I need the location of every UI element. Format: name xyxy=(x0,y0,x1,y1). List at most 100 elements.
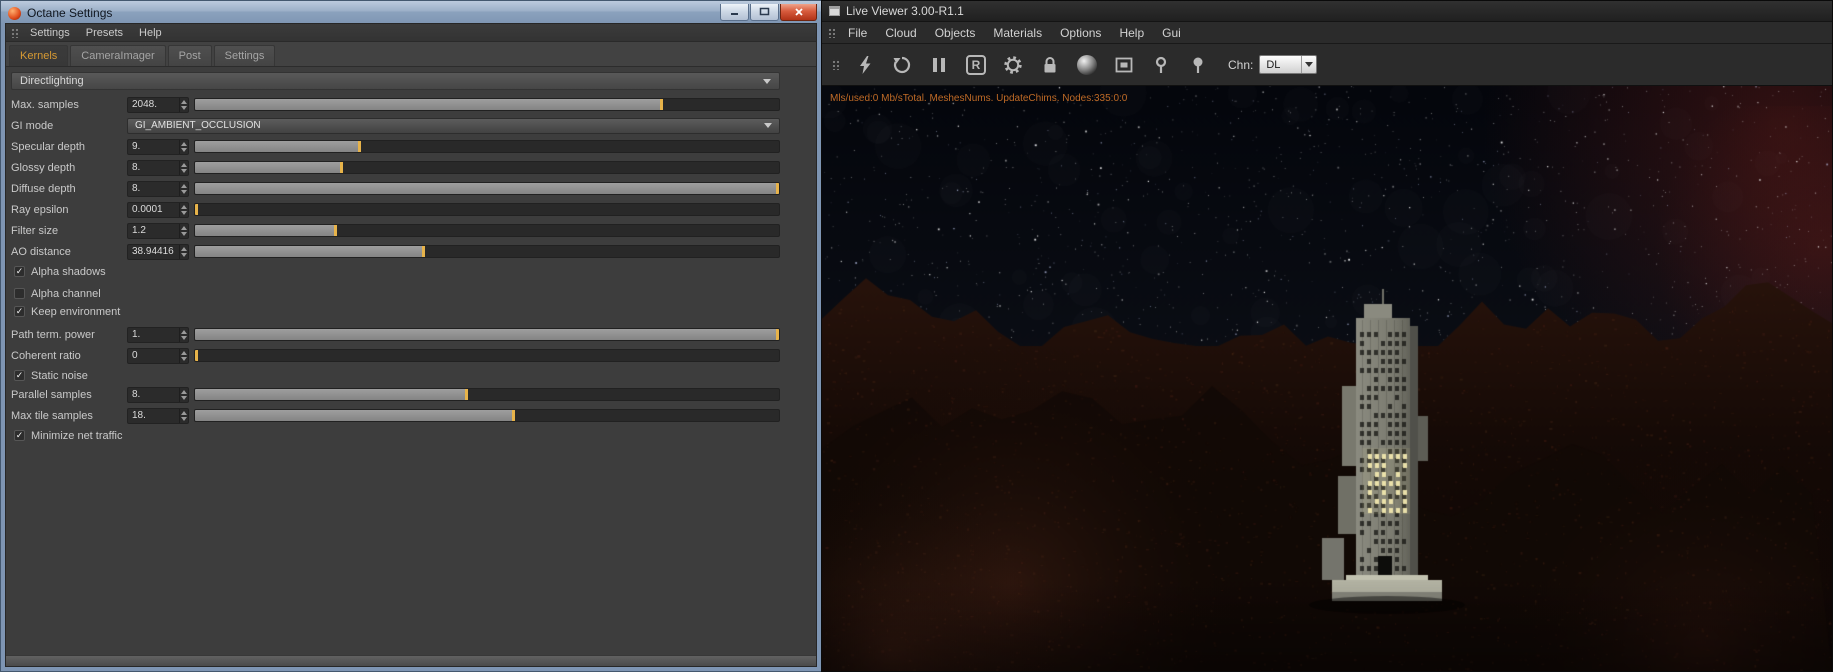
tab-kernels[interactable]: Kernels xyxy=(9,45,69,66)
live-viewer-window: Live Viewer 3.00-R1.1 File Cloud Objects… xyxy=(821,0,1833,672)
spinner-arrows-icon[interactable] xyxy=(179,181,188,196)
checkbox-row-keep-environment[interactable]: ✓ Keep environment xyxy=(14,304,780,319)
parallel-samples-slider[interactable] xyxy=(194,388,780,401)
material-picker-icon[interactable] xyxy=(1146,50,1176,80)
region-icon[interactable] xyxy=(1109,50,1139,80)
glossy-depth-slider[interactable] xyxy=(194,161,780,174)
checkbox-row-alpha-shadows[interactable]: ✓ Alpha shadows xyxy=(14,264,780,279)
param-row-ray-epsilon: Ray epsilon 0.0001 xyxy=(11,201,780,218)
render-canvas[interactable] xyxy=(822,86,1832,671)
spinner-arrows-icon[interactable] xyxy=(179,387,188,402)
menu-presets[interactable]: Presets xyxy=(78,25,131,41)
spinner-arrows-icon[interactable] xyxy=(179,348,188,363)
spinner-arrows-icon[interactable] xyxy=(179,97,188,112)
ray-epsilon-slider[interactable] xyxy=(194,203,780,216)
viewer-titlebar[interactable]: Live Viewer 3.00-R1.1 xyxy=(822,1,1832,22)
menu-settings[interactable]: Settings xyxy=(22,25,78,41)
reset-icon[interactable]: R xyxy=(961,50,991,80)
tab-cameraimager[interactable]: CameraImager xyxy=(70,45,166,66)
directlighting-section-header[interactable]: Directlighting xyxy=(11,72,780,90)
octane-titlebar[interactable]: Octane Settings xyxy=(1,1,821,23)
checkbox-label: Alpha channel xyxy=(31,287,101,300)
spinner-value: 2048. xyxy=(132,99,158,110)
close-icon xyxy=(794,7,803,16)
spinner-arrows-icon[interactable] xyxy=(179,139,188,154)
coherent-ratio-slider[interactable] xyxy=(194,349,780,362)
checkbox-row-alpha-channel[interactable]: Alpha channel xyxy=(14,286,780,301)
checkbox-label: Static noise xyxy=(31,369,88,382)
coherent-ratio-spinner[interactable]: 0 xyxy=(127,347,189,364)
param-row-diffuse-depth: Diffuse depth 8. xyxy=(11,180,780,197)
bottom-scroll-strip[interactable] xyxy=(6,655,816,666)
tab-post[interactable]: Post xyxy=(167,45,212,66)
minimize-net-traffic-checkbox[interactable]: ✓ xyxy=(14,430,25,441)
alpha-channel-checkbox[interactable] xyxy=(14,288,25,299)
menu-gui[interactable]: Gui xyxy=(1153,23,1190,43)
chevron-down-icon xyxy=(764,123,772,128)
spinner-arrows-icon[interactable] xyxy=(179,408,188,423)
spinner-arrows-icon[interactable] xyxy=(179,223,188,238)
spinner-value: 0 xyxy=(132,350,138,361)
tab-settings[interactable]: Settings xyxy=(213,45,276,66)
restart-icon[interactable] xyxy=(887,50,917,80)
filter-size-spinner[interactable]: 1.2 xyxy=(127,222,189,239)
menu-cloud[interactable]: Cloud xyxy=(876,23,925,43)
max-samples-slider[interactable] xyxy=(194,98,780,111)
close-button[interactable] xyxy=(780,3,817,21)
focus-picker-icon[interactable] xyxy=(1183,50,1213,80)
ray-epsilon-spinner[interactable]: 0.0001 xyxy=(127,201,189,218)
path-term-power-spinner[interactable]: 1. xyxy=(127,326,189,343)
spinner-arrows-icon[interactable] xyxy=(179,244,188,259)
render-viewport[interactable]: Mls/used:0 Mb/sTotal. MeshesNums. Update… xyxy=(822,86,1832,671)
menu-options[interactable]: Options xyxy=(1051,23,1110,43)
alpha-shadows-checkbox[interactable]: ✓ xyxy=(14,266,25,277)
maximize-button[interactable] xyxy=(750,3,779,21)
checkbox-row-minimize-net-traffic[interactable]: ✓ Minimize net traffic xyxy=(14,428,780,443)
octane-window-frame: Settings Presets Help Kernels CameraImag… xyxy=(1,23,821,671)
spinner-value: 9. xyxy=(132,141,141,152)
max-tile-samples-spinner[interactable]: 18. xyxy=(127,407,189,424)
spinner-arrows-icon[interactable] xyxy=(179,160,188,175)
parallel-samples-spinner[interactable]: 8. xyxy=(127,386,189,403)
render-ball-icon[interactable] xyxy=(1072,50,1102,80)
max-samples-spinner[interactable]: 2048. xyxy=(127,96,189,113)
menu-help[interactable]: Help xyxy=(131,25,170,41)
menu-help[interactable]: Help xyxy=(1110,23,1153,43)
reset-glyph: R xyxy=(966,54,986,75)
spinner-arrows-icon[interactable] xyxy=(179,327,188,342)
render-status-text: Mls/used:0 Mb/sTotal. MeshesNums. Update… xyxy=(830,93,1128,104)
chevron-down-icon xyxy=(1305,62,1314,67)
diffuse-depth-slider[interactable] xyxy=(194,182,780,195)
chevron-down-icon xyxy=(763,78,771,84)
max-tile-samples-slider[interactable] xyxy=(194,409,780,422)
gear-icon[interactable] xyxy=(998,50,1028,80)
spinner-arrows-icon[interactable] xyxy=(179,202,188,217)
ao-distance-spinner[interactable]: 38.94416 xyxy=(127,243,189,260)
specular-depth-slider[interactable] xyxy=(194,140,780,153)
specular-depth-spinner[interactable]: 9. xyxy=(127,138,189,155)
param-label: Diffuse depth xyxy=(11,182,76,195)
keep-environment-checkbox[interactable]: ✓ xyxy=(14,306,25,317)
empty-panel-area xyxy=(11,446,780,655)
gi-mode-dropdown[interactable]: GI_AMBIENT_OCCLUSION xyxy=(127,117,780,134)
sync-bolt-icon[interactable] xyxy=(850,50,880,80)
param-row-max-tile-samples: Max tile samples 18. xyxy=(11,407,780,424)
menu-materials[interactable]: Materials xyxy=(984,23,1051,43)
menu-file[interactable]: File xyxy=(839,23,876,43)
minimize-button[interactable] xyxy=(720,3,749,21)
viewer-window-title: Live Viewer 3.00-R1.1 xyxy=(846,4,964,18)
param-row-glossy-depth: Glossy depth 8. xyxy=(11,159,780,176)
path-term-power-slider[interactable] xyxy=(194,328,780,341)
dropdown-arrow-button[interactable] xyxy=(1301,56,1316,73)
channel-dropdown[interactable]: DL xyxy=(1259,55,1318,74)
filter-size-slider[interactable] xyxy=(194,224,780,237)
menu-objects[interactable]: Objects xyxy=(926,23,985,43)
param-label: Max tile samples xyxy=(11,409,93,422)
lock-icon[interactable] xyxy=(1035,50,1065,80)
pause-icon[interactable] xyxy=(924,50,954,80)
ao-distance-slider[interactable] xyxy=(194,245,780,258)
diffuse-depth-spinner[interactable]: 8. xyxy=(127,180,189,197)
glossy-depth-spinner[interactable]: 8. xyxy=(127,159,189,176)
checkbox-row-static-noise[interactable]: ✓ Static noise xyxy=(14,368,780,383)
static-noise-checkbox[interactable]: ✓ xyxy=(14,370,25,381)
